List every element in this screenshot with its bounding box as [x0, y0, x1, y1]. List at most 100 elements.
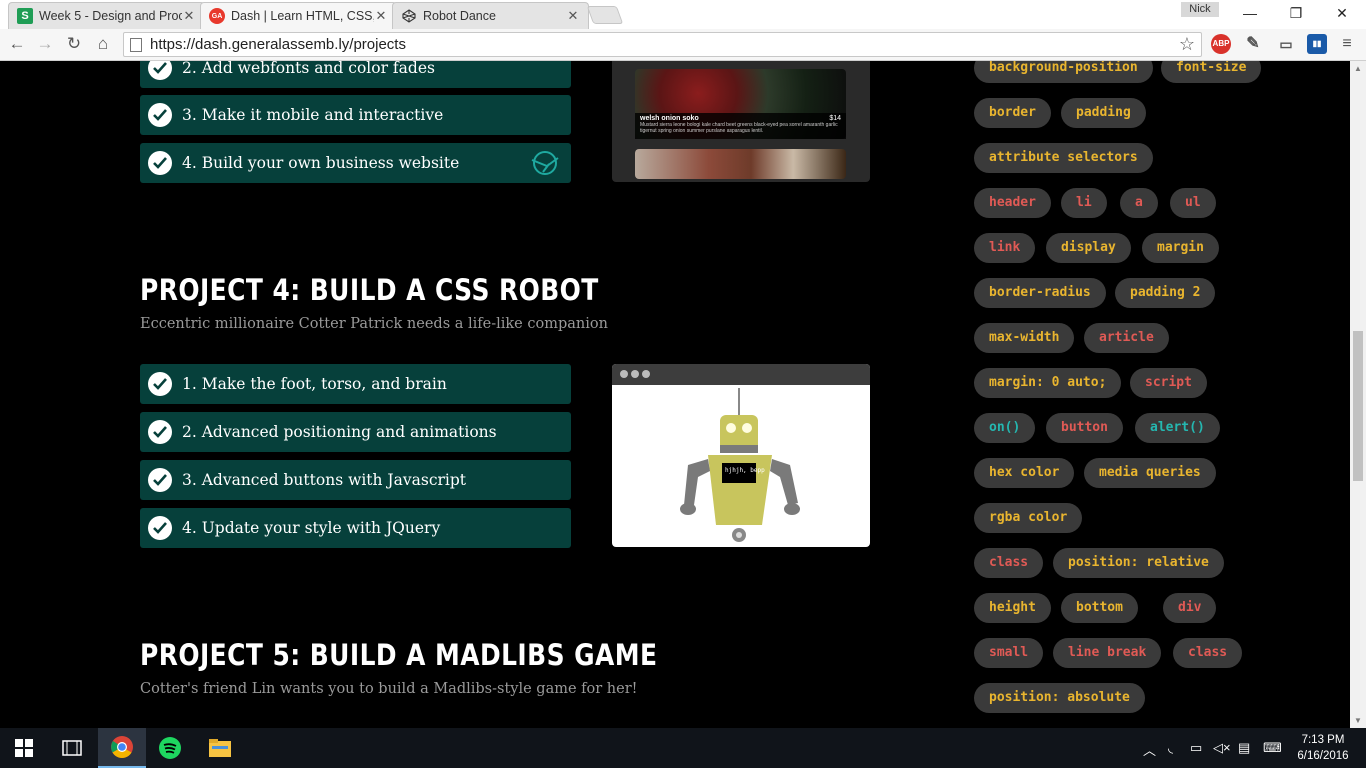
- tab-week5[interactable]: S Week 5 - Design and Proc ✕: [8, 2, 205, 29]
- cast-icon[interactable]: ▭: [1276, 34, 1296, 54]
- clock-time: 7:13 PM: [1301, 734, 1345, 746]
- chart-extension-icon[interactable]: ▮▮: [1307, 34, 1327, 54]
- windows-start-icon[interactable]: [0, 728, 48, 768]
- checkmark-icon: [148, 420, 172, 444]
- maximize-icon[interactable]: ❐: [1273, 2, 1319, 24]
- battery-icon[interactable]: ▭: [1190, 740, 1202, 756]
- step-item[interactable]: 1. Make the foot, torso, and brain: [140, 364, 571, 404]
- reload-icon[interactable]: ↻: [63, 33, 85, 55]
- step-item[interactable]: 3. Make it mobile and interactive: [140, 95, 571, 135]
- step-item[interactable]: 3. Advanced buttons with Javascript: [140, 460, 571, 500]
- checkmark-icon: [148, 61, 172, 80]
- tag-pill[interactable]: div: [1163, 593, 1217, 623]
- tag-pill[interactable]: ul: [1170, 188, 1216, 218]
- tag-pill[interactable]: header: [974, 188, 1051, 218]
- clock-date: 6/16/2016: [1297, 750, 1349, 762]
- tag-pill[interactable]: background-position: [974, 61, 1153, 83]
- tag-pill[interactable]: class: [1173, 638, 1243, 668]
- adblock-icon[interactable]: ABP: [1211, 34, 1231, 54]
- tag-pill[interactable]: margin: [1142, 233, 1219, 263]
- tag-pill[interactable]: on(): [974, 413, 1036, 443]
- tag-pill[interactable]: position: relative: [1053, 548, 1224, 578]
- back-icon[interactable]: ←: [6, 33, 28, 55]
- step-item[interactable]: 4. Update your style with JQuery: [140, 508, 571, 548]
- tray-chevron-icon[interactable]: ︿: [1143, 740, 1156, 759]
- tab-dash[interactable]: GA Dash | Learn HTML, CSS, J ✕: [200, 2, 397, 29]
- robot-screen-text: hjhjh, bepp: [725, 467, 765, 474]
- checkmark-icon: [148, 103, 172, 127]
- tag-pill[interactable]: small: [974, 638, 1044, 668]
- page-scrollbar[interactable]: ▲ ▼: [1350, 61, 1366, 728]
- bookmark-star-icon[interactable]: ☆: [1179, 34, 1195, 55]
- minimize-icon[interactable]: —: [1227, 2, 1273, 24]
- codepen-favicon-icon: [401, 8, 417, 24]
- tag-pill[interactable]: alert(): [1135, 413, 1220, 443]
- dish-card: [635, 149, 846, 179]
- tag-pill[interactable]: link: [974, 233, 1036, 263]
- chrome-icon[interactable]: [98, 728, 146, 768]
- eyedropper-icon[interactable]: ✎: [1243, 34, 1263, 54]
- ga-favicon-icon: GA: [209, 8, 225, 24]
- css-robot-preview: hjhjh, bepp: [612, 364, 870, 547]
- checkmark-icon: [148, 151, 172, 175]
- wifi-icon[interactable]: ◟: [1168, 740, 1173, 756]
- step-label: 2. Advanced positioning and animations: [182, 423, 497, 441]
- close-tab-icon[interactable]: ✕: [182, 8, 196, 24]
- checkmark-icon: [148, 516, 172, 540]
- step-label: 1. Make the foot, torso, and brain: [182, 375, 447, 393]
- tag-pill[interactable]: class: [974, 548, 1044, 578]
- scrollbar-thumb[interactable]: [1353, 331, 1363, 481]
- tag-pill[interactable]: attribute selectors: [974, 143, 1153, 173]
- system-clock[interactable]: 7:13 PM 6/16/2016: [1293, 732, 1353, 764]
- checkmark-icon: [148, 372, 172, 396]
- menu-icon[interactable]: ≡: [1337, 34, 1357, 54]
- tab-robot-dance[interactable]: Robot Dance ✕: [392, 2, 589, 29]
- volume-muted-icon[interactable]: ◁×: [1213, 740, 1231, 756]
- tag-pill[interactable]: a: [1120, 188, 1158, 218]
- step-item[interactable]: 4. Build your own business website: [140, 143, 571, 183]
- tag-pill[interactable]: button: [1046, 413, 1123, 443]
- tag-pill[interactable]: border-radius: [974, 278, 1106, 308]
- tag-pill[interactable]: font-size: [1161, 61, 1262, 83]
- scroll-down-icon[interactable]: ▼: [1350, 716, 1366, 725]
- close-tab-icon[interactable]: ✕: [566, 8, 580, 24]
- profile-name[interactable]: Nick: [1181, 2, 1219, 17]
- tag-pill[interactable]: script: [1130, 368, 1207, 398]
- tag-pill[interactable]: margin: 0 auto;: [974, 368, 1122, 398]
- step-item[interactable]: 2. Advanced positioning and animations: [140, 412, 571, 452]
- close-window-icon[interactable]: ✕: [1319, 2, 1365, 24]
- project-subtitle: Eccentric millionaire Cotter Patrick nee…: [140, 316, 608, 332]
- step-label: 3. Make it mobile and interactive: [182, 106, 444, 124]
- new-tab-button[interactable]: [586, 6, 624, 24]
- task-view-icon[interactable]: [48, 728, 96, 768]
- home-icon[interactable]: ⌂: [92, 33, 114, 55]
- tag-pill[interactable]: padding 2: [1115, 278, 1216, 308]
- tag-pill[interactable]: hex color: [974, 458, 1075, 488]
- tag-pill[interactable]: padding: [1061, 98, 1146, 128]
- tag-pill[interactable]: height: [974, 593, 1051, 623]
- notifications-icon[interactable]: ▤: [1238, 740, 1250, 756]
- spotify-icon[interactable]: [146, 728, 194, 768]
- keyboard-icon[interactable]: ⌨: [1263, 740, 1282, 756]
- browser-toolbar: ← → ↻ ⌂ https://dash.generalassemb.ly/pr…: [0, 29, 1366, 61]
- tag-pill[interactable]: rgba color: [974, 503, 1083, 533]
- dish-name: welsh onion soko: [640, 115, 699, 122]
- tag-pill[interactable]: display: [1046, 233, 1131, 263]
- tag-pill[interactable]: position: absolute: [974, 683, 1145, 713]
- tag-pill[interactable]: li: [1061, 188, 1107, 218]
- tag-pill[interactable]: border: [974, 98, 1051, 128]
- tag-pill[interactable]: article: [1084, 323, 1169, 353]
- tag-pill[interactable]: media queries: [1084, 458, 1216, 488]
- step-item[interactable]: 2. Add webfonts and color fades: [140, 61, 571, 88]
- forward-icon[interactable]: →: [34, 33, 56, 55]
- scroll-up-icon[interactable]: ▲: [1350, 64, 1366, 73]
- tag-pill[interactable]: line break: [1053, 638, 1162, 668]
- dish-price: $14: [829, 115, 841, 122]
- tag-pill[interactable]: max-width: [974, 323, 1075, 353]
- close-tab-icon[interactable]: ✕: [374, 8, 388, 24]
- file-explorer-icon[interactable]: [196, 728, 244, 768]
- tag-pill[interactable]: bottom: [1061, 593, 1138, 623]
- address-bar[interactable]: https://dash.generalassemb.ly/projects ☆: [123, 32, 1202, 57]
- step-label: 4. Build your own business website: [182, 154, 460, 172]
- step-label: 4. Update your style with JQuery: [182, 519, 441, 537]
